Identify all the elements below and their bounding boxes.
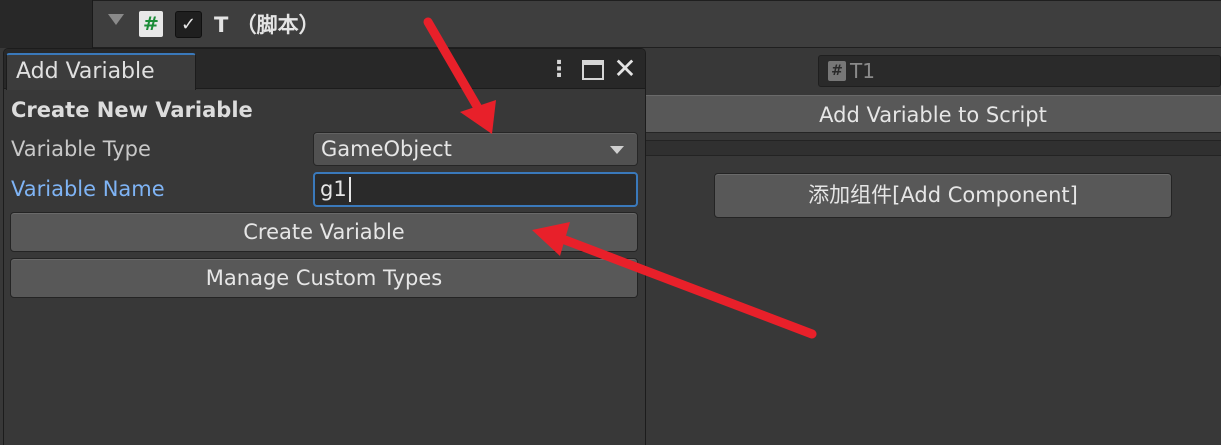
menu-icon[interactable]: ⋮	[548, 57, 570, 85]
script-object-field[interactable]	[818, 55, 1221, 87]
section-title: Create New Variable	[11, 98, 253, 122]
create-variable-button[interactable]: Create Variable	[10, 212, 638, 252]
variable-type-dropdown[interactable]: GameObject	[313, 132, 638, 166]
script-field-value: T1	[850, 59, 875, 83]
window-tab-add-variable[interactable]: Add Variable	[6, 53, 196, 90]
close-icon[interactable]: ✕	[612, 54, 638, 86]
checkbox-icon[interactable]: ✓	[175, 11, 202, 38]
foldout-arrow-icon[interactable]	[108, 14, 124, 25]
maximize-icon[interactable]	[582, 60, 604, 80]
add-variable-to-script-button[interactable]: Add Variable to Script	[645, 95, 1221, 133]
script-icon: #	[139, 11, 163, 37]
dropdown-arrow-icon	[610, 146, 624, 154]
text-caret	[349, 177, 351, 202]
separator-bar	[645, 140, 1221, 156]
script-field-icon: #	[828, 61, 846, 81]
hierarchy-gutter	[0, 0, 93, 48]
variable-name-input[interactable]: g1	[313, 172, 638, 207]
variable-type-label: Variable Type	[11, 137, 151, 161]
add-component-button[interactable]: 添加组件[Add Component]	[714, 173, 1172, 218]
manage-custom-types-button[interactable]: Manage Custom Types	[10, 258, 638, 298]
component-title: T （脚本）	[214, 13, 320, 37]
variable-name-label: Variable Name	[11, 177, 165, 201]
